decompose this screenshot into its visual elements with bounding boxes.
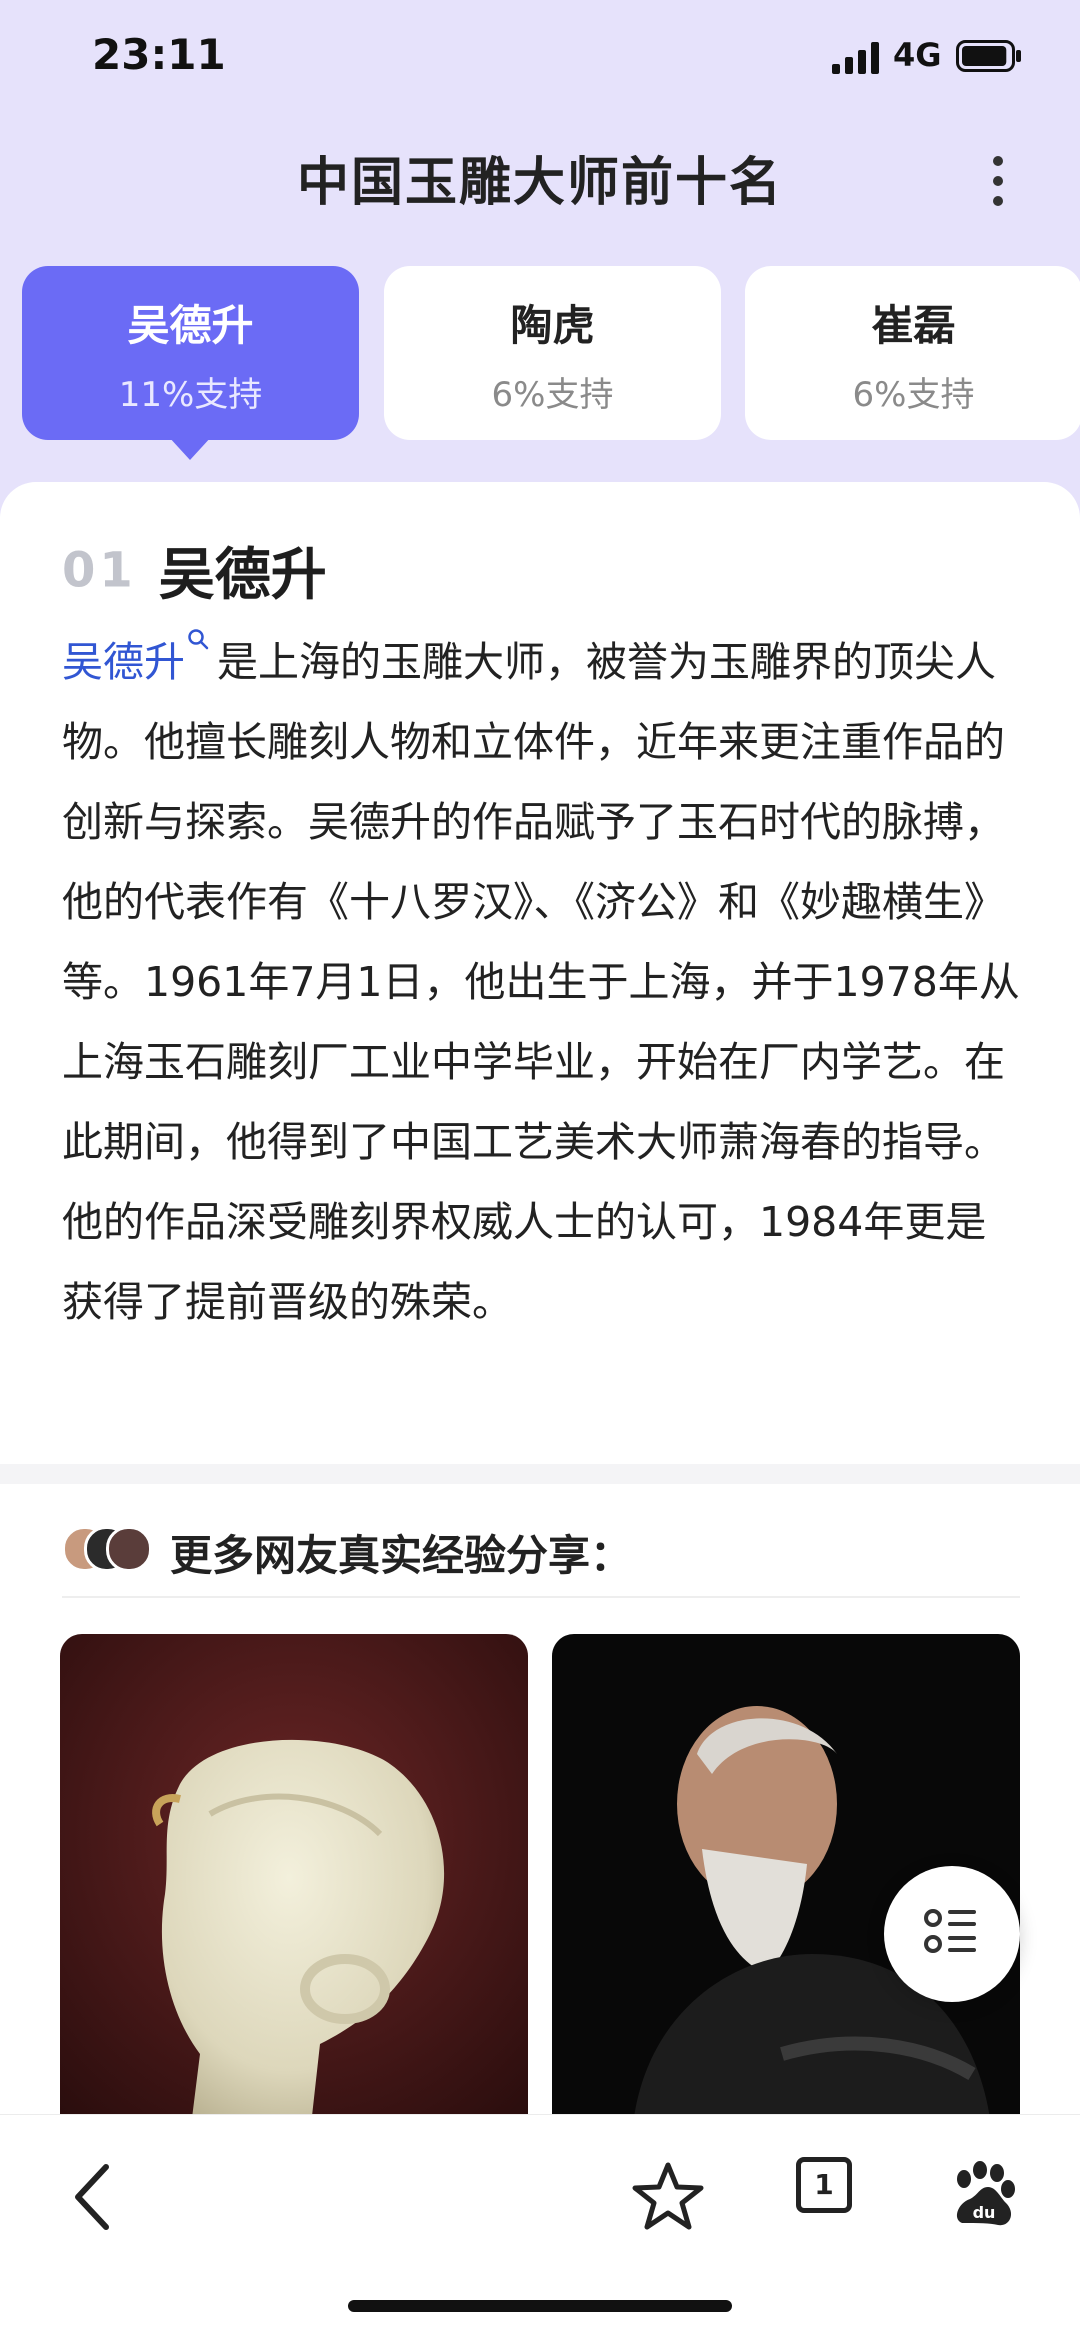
- entry-index: 01: [62, 542, 137, 599]
- list-icon: [924, 1909, 976, 1953]
- search-icon: [188, 629, 209, 650]
- entry-body-text: 是上海的玉雕大师，被誉为玉雕界的顶尖人物。他擅长雕刻人物和立体件，近年来更注重作…: [62, 638, 1020, 1326]
- entry-name: 吴德升: [158, 543, 327, 608]
- battery-icon: [956, 40, 1021, 72]
- tab-cui-lei[interactable]: 崔磊 6%支持: [745, 266, 1080, 440]
- tabs-count-button[interactable]: 1: [796, 2157, 852, 2213]
- tab-support: 11%支持: [118, 375, 263, 415]
- catalog-fab-button[interactable]: [884, 1866, 1020, 2002]
- share-title: 更多网友真实经验分享：: [170, 1531, 633, 1580]
- tab-name: 崔磊: [871, 301, 956, 350]
- avatar: [106, 1526, 152, 1572]
- more-vertical-icon: [993, 156, 1003, 166]
- jade-carving-photo[interactable]: [60, 1634, 528, 2134]
- svg-text:du: du: [973, 2203, 996, 2222]
- section-divider: [0, 1464, 1080, 1484]
- tab-name: 陶虎: [510, 301, 595, 350]
- home-indicator: [348, 2300, 732, 2312]
- tab-tao-hu[interactable]: 陶虎 6%支持: [384, 266, 721, 440]
- avatar-group: [62, 1526, 152, 1572]
- share-section: 更多网友真实经验分享：: [0, 1484, 1080, 2134]
- star-icon[interactable]: [628, 2157, 708, 2237]
- active-tab-pointer: [168, 436, 212, 460]
- tab-support: 6%支持: [852, 375, 975, 415]
- entry-description: 吴德升 是上海的玉雕大师，被誉为玉雕界的顶尖人物。他擅长雕刻人物和立体件，近年来更…: [62, 622, 1020, 1342]
- page-title: 中国玉雕大师前十名: [296, 153, 783, 213]
- entry-heading: 01 吴德升: [62, 530, 327, 611]
- status-bar: 23:11 4G: [0, 0, 1080, 120]
- entry-card: 01 吴德升 吴德升 是上海的玉雕大师，被誉为玉雕界的顶尖人物。他擅长雕刻人物和立体…: [0, 482, 1080, 1482]
- tab-name: 吴德升: [127, 301, 254, 350]
- divider: [62, 1596, 1020, 1598]
- more-options-button[interactable]: [976, 148, 1020, 212]
- status-time: 23:11: [92, 30, 226, 79]
- baidu-paw-icon[interactable]: du: [944, 2157, 1024, 2237]
- back-icon[interactable]: [56, 2157, 136, 2237]
- tab-support: 6%支持: [491, 375, 614, 415]
- entry-name-link[interactable]: 吴德升: [62, 638, 185, 686]
- network-type: 4G: [893, 36, 942, 74]
- tab-wu-desheng[interactable]: 吴德升 11%支持: [22, 266, 359, 440]
- signal-icon: [832, 42, 879, 74]
